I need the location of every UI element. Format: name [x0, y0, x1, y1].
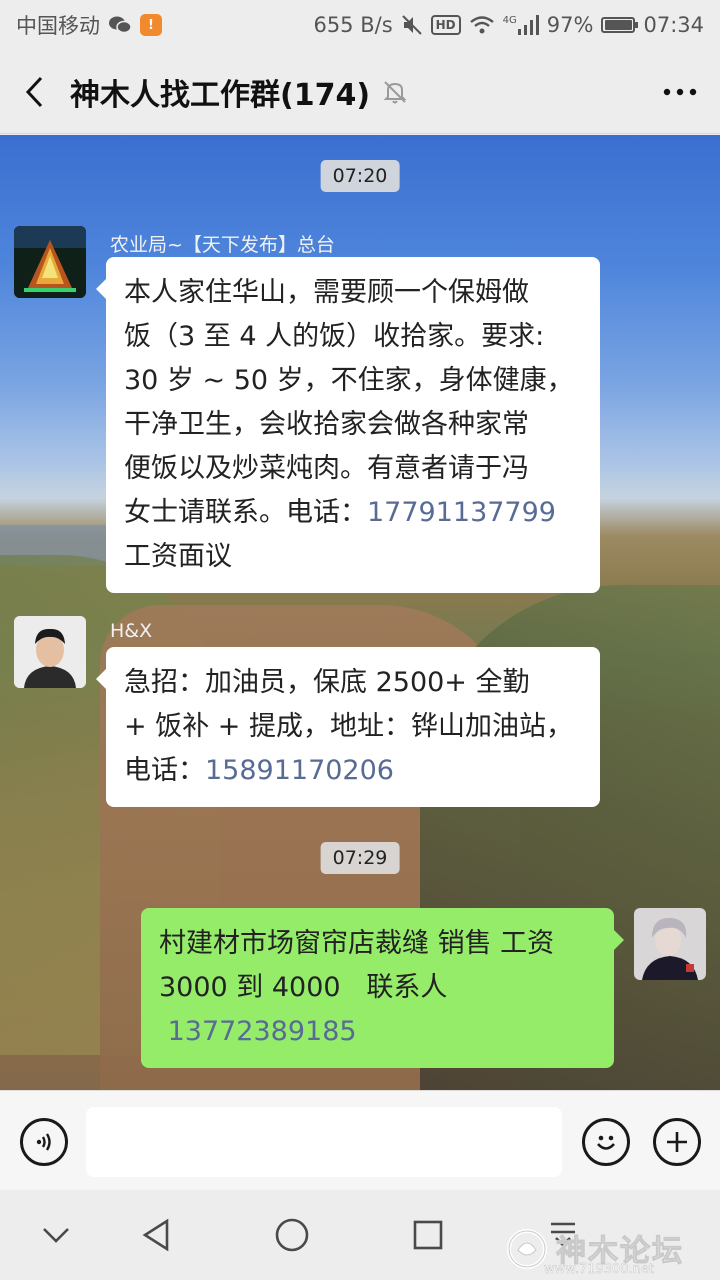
chat-area[interactable]: 07:20 农业局~【天下发布】总台 本人家住华山，需要顾一个保姆做 饭（3 至… — [0, 135, 720, 1090]
forum-watermark: 神木论坛 www.719300.net — [504, 1226, 714, 1278]
app-notification-icon: ! — [140, 14, 162, 36]
more-options-button[interactable] — [640, 50, 720, 134]
circle-home-icon — [275, 1218, 309, 1252]
message-text: 工资面议 — [124, 541, 232, 572]
message-text: 电话：15891170206 — [124, 749, 582, 793]
message-text: 30 岁 ~ 50 岁，不住家，身体健康， — [124, 365, 574, 396]
message-text: 饭（3 至 4 人的饭）收拾家。要求: — [124, 321, 545, 352]
chevron-down-icon — [43, 1228, 69, 1243]
smiley-icon — [597, 1135, 615, 1150]
chat-title[interactable]: 神木人找工作群(174) — [70, 70, 370, 114]
wifi-icon — [469, 15, 495, 35]
network-type: 4G — [502, 15, 517, 26]
nav-collapse-button[interactable] — [31, 1210, 81, 1260]
avatar-image — [14, 226, 86, 298]
message-bubble[interactable]: 本人家住华山，需要顾一个保姆做 饭（3 至 4 人的饭）收拾家。要求: 30 岁… — [96, 257, 600, 593]
phone-link[interactable]: 13772389185 — [168, 1016, 357, 1047]
carrier-label: 中国移动 — [16, 14, 100, 38]
sender-name: 农业局~【天下发布】总台 — [110, 234, 335, 256]
timestamp-label: 07:29 — [320, 842, 400, 874]
phone-link[interactable]: 17791137799 — [367, 497, 556, 528]
message-input[interactable] — [86, 1107, 562, 1177]
message-text: 电话： — [124, 755, 205, 786]
phone-link[interactable]: 15891170206 — [205, 755, 394, 786]
status-right: 655 B/s HD 4G 97% 07:34 — [313, 13, 704, 37]
wechat-icon — [108, 15, 132, 35]
message-bubble[interactable]: 急招：加油员，保底 2500+ 全勤 + 饭补 + 提成，地址：铧山加油站， 电… — [96, 647, 600, 807]
my-avatar[interactable] — [634, 908, 706, 980]
avatar-image — [634, 908, 706, 980]
avatar-image — [14, 616, 86, 688]
more-functions-button[interactable] — [653, 1118, 701, 1166]
message-text: 女士请联系。电话： — [124, 497, 367, 528]
clock: 07:34 — [643, 13, 704, 37]
message-text: + 饭补 + 提成，地址：铧山加油站， — [124, 711, 573, 742]
message-text: 本人家住华山，需要顾一个保姆做 — [124, 277, 529, 308]
input-bar — [0, 1090, 720, 1190]
message-text: 3000 到 4000 联系人 — [159, 972, 448, 1003]
sender-avatar[interactable] — [14, 226, 86, 298]
system-nav-bar: 神木论坛 www.719300.net — [0, 1190, 720, 1280]
message-text: 干净卫生，会收拾家会做各种家常 — [124, 409, 529, 440]
watermark-url: www.719300.net — [544, 1262, 654, 1277]
sender-avatar[interactable] — [14, 616, 86, 688]
status-left: 中国移动 ! — [16, 10, 162, 40]
battery-icon — [601, 17, 639, 33]
nav-home-button[interactable] — [267, 1210, 317, 1260]
mute-speaker-icon — [401, 14, 423, 36]
chevron-left-icon — [25, 76, 43, 107]
plus-icon — [667, 1132, 687, 1152]
square-recents-icon — [413, 1220, 443, 1250]
battery-percent: 97% — [546, 13, 594, 37]
chat-header: 神木人找工作群(174) — [0, 50, 720, 134]
ellipsis-icon — [663, 88, 697, 95]
timestamp-label: 07:20 — [320, 160, 400, 192]
mute-bell-icon — [382, 79, 408, 105]
net-speed: 655 B/s — [313, 13, 393, 37]
message-text: 女士请联系。电话：17791137799 — [124, 491, 582, 535]
sender-name: H&X — [110, 620, 153, 642]
back-button[interactable] — [0, 50, 70, 134]
voice-input-button[interactable] — [20, 1118, 68, 1166]
emoji-button[interactable] — [582, 1118, 630, 1166]
message-bubble[interactable]: 村建材市场窗帘店裁缝 销售 工资 3000 到 4000 联系人 1377238… — [141, 908, 624, 1068]
voice-icon — [36, 1133, 51, 1151]
signal-icon: 4G — [503, 15, 539, 35]
status-bar: 中国移动 ! 655 B/s HD 4G 97% 07:34 — [0, 0, 720, 50]
nav-recents-button[interactable] — [403, 1210, 453, 1260]
hd-badge: HD — [430, 15, 461, 35]
message-text: 村建材市场窗帘店裁缝 销售 工资 — [159, 928, 555, 959]
triangle-back-icon — [142, 1218, 169, 1252]
message-text: 便饭以及炒菜炖肉。有意者请于冯 — [124, 453, 529, 484]
message-text: 急招：加油员，保底 2500+ 全勤 — [124, 667, 530, 698]
nav-back-button[interactable] — [131, 1210, 181, 1260]
message-text: 13772389185 — [159, 1010, 596, 1054]
